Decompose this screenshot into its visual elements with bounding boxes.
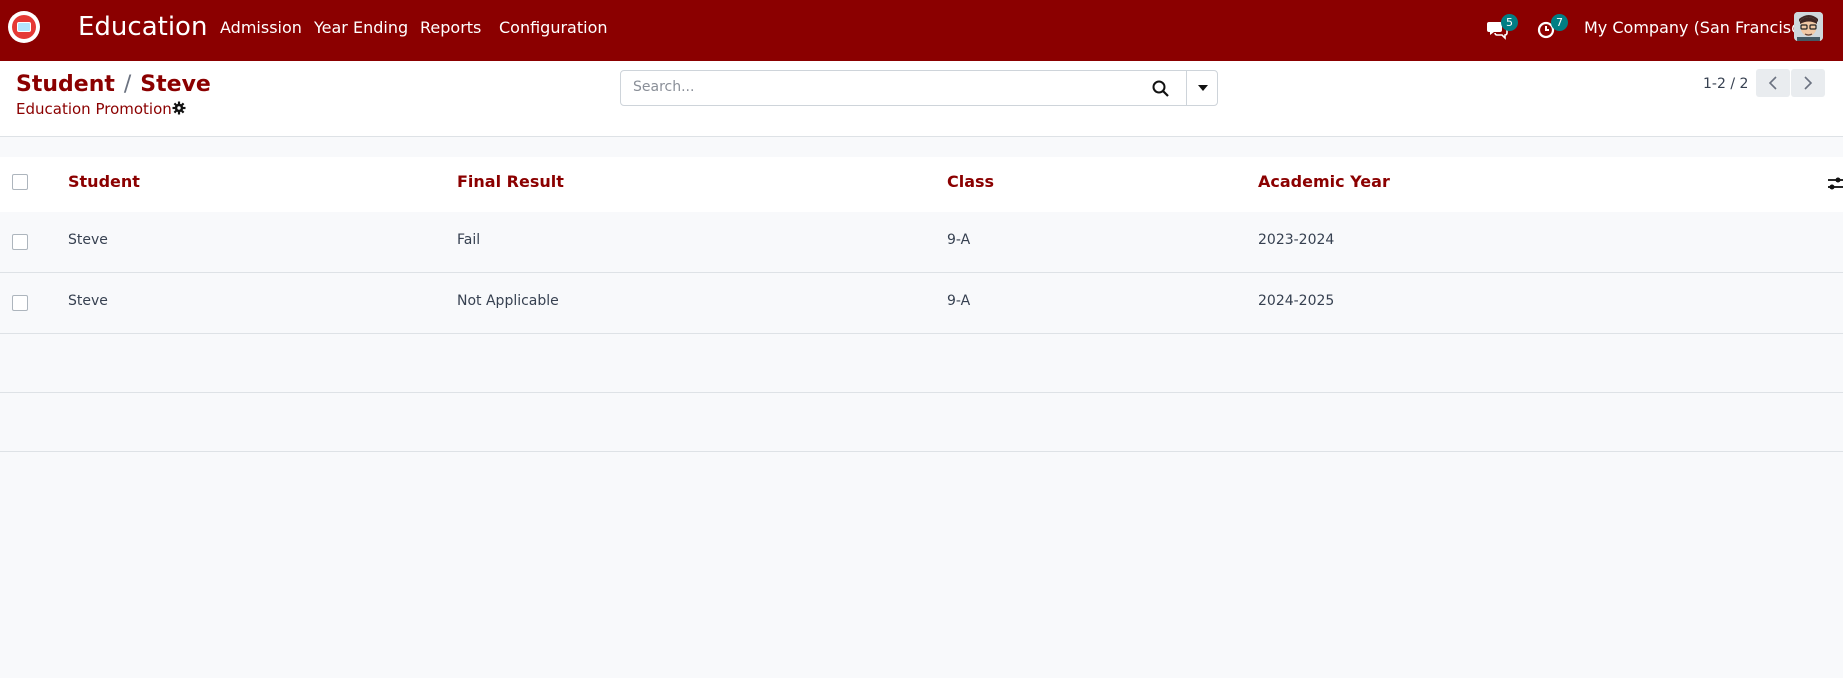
row-checkbox[interactable] xyxy=(12,234,28,250)
table-header: Student Final Result Class Academic Year xyxy=(0,157,1843,212)
company-switcher[interactable]: My Company (San Francisco) xyxy=(1584,18,1816,37)
breadcrumb-separator: / xyxy=(123,72,132,97)
control-panel: Student / Steve Education Promotion 1-2 / … xyxy=(0,61,1843,137)
app-menu-icon[interactable] xyxy=(8,11,40,43)
column-final-result[interactable]: Final Result xyxy=(457,172,564,191)
top-navbar: Education Admission Year Ending Reports … xyxy=(0,0,1843,61)
menu-admission[interactable]: Admission xyxy=(220,18,302,37)
cell-class: 9-A xyxy=(947,293,971,309)
user-avatar[interactable] xyxy=(1794,12,1823,41)
cell-final-result: Not Applicable xyxy=(457,293,559,309)
messages-badge: 5 xyxy=(1501,14,1518,31)
page-subtitle: Education Promotion xyxy=(16,100,172,118)
avatar-face-icon xyxy=(1794,12,1823,41)
menu-year-ending[interactable]: Year Ending xyxy=(314,18,408,37)
menu-reports[interactable]: Reports xyxy=(420,18,481,37)
empty-row xyxy=(0,393,1843,452)
breadcrumb-student[interactable]: Student xyxy=(16,72,115,97)
optional-columns-icon[interactable] xyxy=(1826,174,1843,194)
pager-value[interactable]: 1-2 / 2 xyxy=(1703,76,1748,92)
pager-next-button[interactable] xyxy=(1791,69,1825,97)
caret-down-icon xyxy=(1197,85,1208,91)
activities-badge: 7 xyxy=(1551,14,1568,31)
row-checkbox[interactable] xyxy=(12,295,28,311)
search-options-toggle[interactable] xyxy=(1186,71,1218,105)
cell-academic-year: 2023-2024 xyxy=(1258,232,1335,248)
breadcrumb: Student / Steve xyxy=(16,72,211,97)
cell-academic-year: 2024-2025 xyxy=(1258,293,1335,309)
table-row[interactable]: Steve Not Applicable 9-A 2024-2025 xyxy=(0,273,1843,334)
column-student[interactable]: Student xyxy=(68,172,140,191)
select-all-checkbox[interactable] xyxy=(12,174,28,190)
column-academic-year[interactable]: Academic Year xyxy=(1258,172,1390,191)
chevron-left-icon xyxy=(1768,76,1777,90)
cell-final-result: Fail xyxy=(457,232,481,248)
gear-icon[interactable] xyxy=(172,101,186,115)
table-row[interactable]: Steve Fail 9-A 2023-2024 xyxy=(0,212,1843,273)
cell-student: Steve xyxy=(68,293,108,309)
chevron-right-icon xyxy=(1804,76,1813,90)
menu-configuration[interactable]: Configuration xyxy=(499,18,608,37)
search-icon[interactable] xyxy=(1151,79,1171,99)
search-bar xyxy=(620,70,1218,106)
empty-row xyxy=(0,334,1843,393)
pager-previous-button[interactable] xyxy=(1756,69,1790,97)
messages-button[interactable]: 5 xyxy=(1486,14,1518,44)
education-logo-icon xyxy=(12,15,36,39)
column-class[interactable]: Class xyxy=(947,172,994,191)
activities-button[interactable]: 7 xyxy=(1536,14,1568,44)
search-input[interactable] xyxy=(633,79,1133,95)
cell-student: Steve xyxy=(68,232,108,248)
cell-class: 9-A xyxy=(947,232,971,248)
app-brand[interactable]: Education xyxy=(78,12,207,42)
breadcrumb-current: Steve xyxy=(140,72,211,97)
